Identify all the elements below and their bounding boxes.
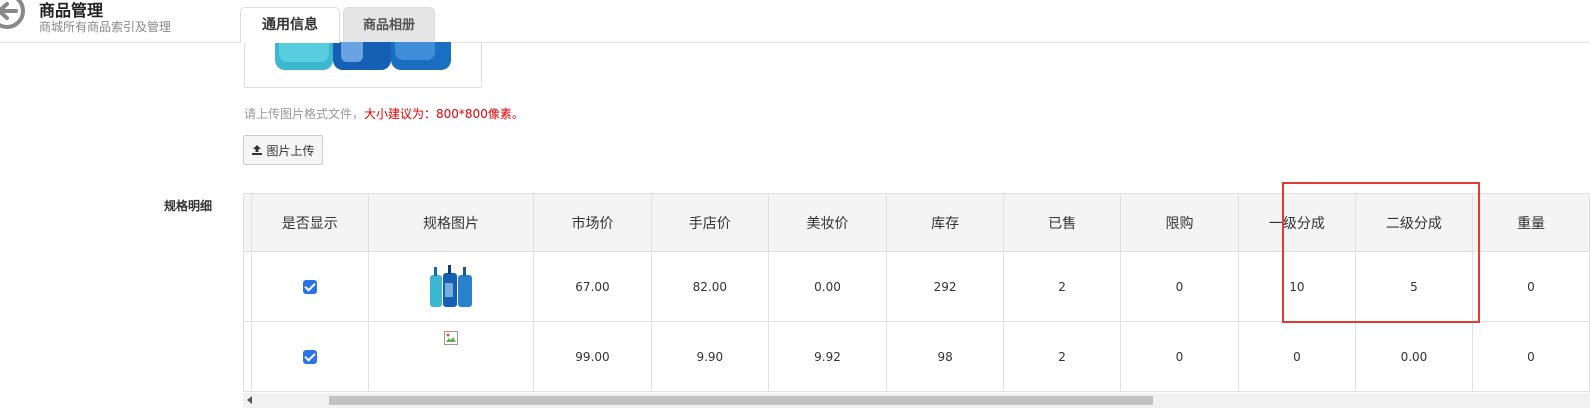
table-row: 99.00 9.90 9.92 98 2 0 0 0.00 0 <box>243 321 1590 392</box>
column-header-level2-commission: 二级分成 <box>1354 193 1474 252</box>
show-checkbox-cell <box>250 251 369 322</box>
shop-price-cell[interactable]: 9.90 <box>650 321 769 392</box>
tab-product-album[interactable]: 商品相册 <box>343 7 435 42</box>
scroll-left-arrow-icon[interactable] <box>247 396 252 404</box>
weight-cell[interactable]: 0 <box>1472 251 1590 322</box>
column-header-limit: 限购 <box>1120 193 1239 252</box>
spec-table-header: 是否显示 规格图片 市场价 手店价 美妆价 库存 已售 限购 一级分成 二级分成… <box>243 193 1590 252</box>
market-price-cell[interactable]: 67.00 <box>533 251 652 322</box>
column-header-show: 是否显示 <box>250 193 369 252</box>
level1-commission-cell[interactable]: 0 <box>1237 321 1356 392</box>
sold-cell: 2 <box>1003 321 1122 392</box>
level2-commission-cell[interactable]: 5 <box>1354 251 1474 322</box>
image-upload-label: 图片上传 <box>266 143 315 158</box>
sold-cell: 2 <box>1003 251 1122 322</box>
spec-image-cell <box>367 321 535 392</box>
product-bottles-image <box>275 42 451 70</box>
upload-hint-size: 大小建议为：800*800像素。 <box>364 107 524 121</box>
column-header-weight: 重量 <box>1472 193 1590 252</box>
stock-cell[interactable]: 98 <box>886 321 1005 392</box>
column-header-spacer <box>243 193 252 252</box>
column-header-beauty-price: 美妆价 <box>767 193 888 252</box>
broken-image-icon[interactable] <box>443 330 459 346</box>
shop-price-cell[interactable]: 82.00 <box>650 251 769 322</box>
spec-table-container: 是否显示 规格图片 市场价 手店价 美妆价 库存 已售 限购 一级分成 二级分成… <box>243 193 1590 408</box>
horizontal-scrollbar[interactable] <box>243 393 1590 408</box>
column-header-stock: 库存 <box>886 193 1005 252</box>
column-header-market-price: 市场价 <box>533 193 652 252</box>
row-spacer <box>243 251 252 322</box>
row-spacer <box>243 321 252 392</box>
page-subtitle: 商城所有商品索引及管理 <box>39 20 172 34</box>
spec-table: 是否显示 规格图片 市场价 手店价 美妆价 库存 已售 限购 一级分成 二级分成… <box>243 193 1590 392</box>
weight-cell[interactable]: 0 <box>1472 321 1590 392</box>
spec-detail-label: 规格明细 <box>164 199 213 213</box>
column-header-sold: 已售 <box>1003 193 1122 252</box>
spec-image-thumbnail[interactable] <box>427 261 475 309</box>
column-header-level1-commission: 一级分成 <box>1237 193 1356 252</box>
market-price-cell[interactable]: 99.00 <box>533 321 652 392</box>
column-header-spec-image: 规格图片 <box>367 193 535 252</box>
limit-cell[interactable]: 0 <box>1120 251 1239 322</box>
level2-commission-cell[interactable]: 0.00 <box>1354 321 1474 392</box>
show-checkbox-cell <box>250 321 369 392</box>
product-main-image <box>244 42 482 88</box>
level1-commission-cell[interactable]: 10 <box>1237 251 1356 322</box>
stock-cell[interactable]: 292 <box>886 251 1005 322</box>
upload-icon <box>252 145 263 155</box>
scrollbar-thumb[interactable] <box>329 396 1153 405</box>
upload-hint: 请上传图片格式文件，大小建议为：800*800像素。 <box>244 105 524 122</box>
beauty-price-cell[interactable]: 9.92 <box>767 321 888 392</box>
upload-hint-gray: 请上传图片格式文件， <box>244 107 365 121</box>
show-checkbox[interactable] <box>302 279 317 294</box>
image-upload-button[interactable]: 图片上传 <box>243 135 323 165</box>
column-header-shop-price: 手店价 <box>650 193 769 252</box>
table-row: 67.00 82.00 0.00 292 2 0 10 5 0 <box>243 251 1590 322</box>
page-header: 商品管理 商城所有商品索引及管理 通用信息 商品相册 <box>0 0 1590 43</box>
tab-general-info[interactable]: 通用信息 <box>240 7 340 43</box>
back-arrow-icon[interactable] <box>0 0 26 30</box>
beauty-price-cell[interactable]: 0.00 <box>767 251 888 322</box>
show-checkbox[interactable] <box>302 349 317 364</box>
limit-cell[interactable]: 0 <box>1120 321 1239 392</box>
spec-image-cell <box>367 251 535 322</box>
